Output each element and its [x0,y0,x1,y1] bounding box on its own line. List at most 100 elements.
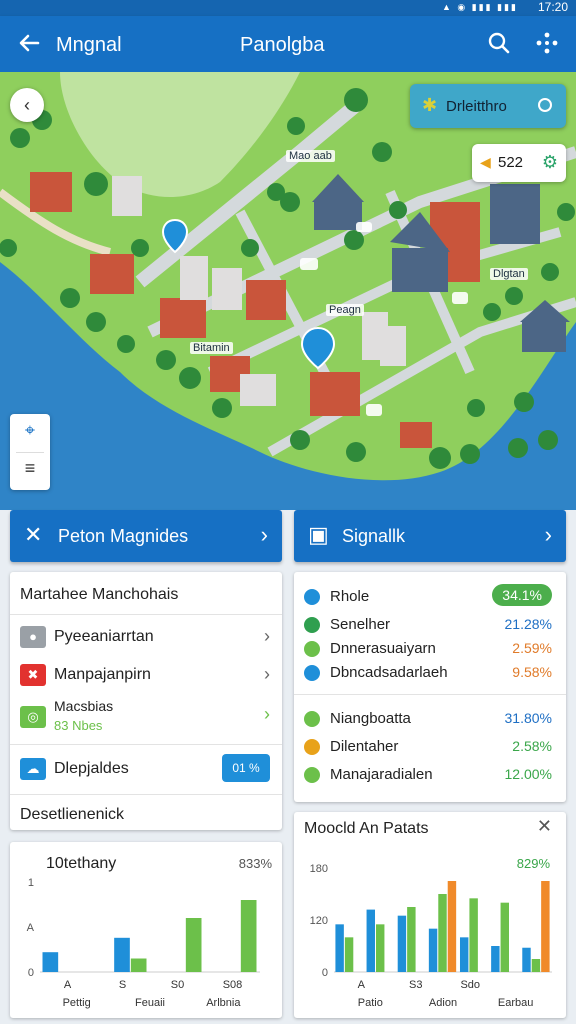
x-bottom-label: Pettig [63,997,91,1009]
chart-bar [397,915,407,972]
calendar-icon: ▣ [308,522,329,547]
more-icon[interactable] [534,30,560,56]
action-button-left[interactable]: ✕ Peton Magnides › [10,510,282,562]
list-item[interactable]: ● Pyeeaniarrtan › [10,618,282,656]
list-item-label: Dlepjaldes [54,760,129,777]
bar-chart: 0 A 1 A S S0 S08 Pettig Feuaii Arlbnia 10tethany 83… [27,855,273,1009]
chart-bar [114,937,130,972]
list-item[interactable]: ☁ Dlepjaldes 01 % [10,750,282,788]
map-illustration [0,72,576,510]
chart-bar [438,894,447,972]
chart-bar [240,900,257,972]
stat-label: Dbncadsadarlaeh [330,664,448,681]
chart-bar [469,898,478,972]
stat-row: Dilentaher 2.58% [294,734,566,760]
divider [294,694,566,695]
status-dot-icon [304,589,320,605]
cloud-icon: ☁ [20,758,46,780]
stat-label: Rhole [330,588,370,605]
chart-subtitle: 829% [517,856,551,871]
list-item-label: Pyeeaniarrtan [54,628,154,645]
left-list-card: Martahee Manchohais ● Pyeeaniarrtan › ✖ … [10,572,282,830]
chart-bar [459,937,469,972]
chevron-right-icon: › [260,522,268,547]
chart-bar [407,907,416,972]
stat-label: Dilentaher [330,738,399,755]
map-label: Peagn [326,304,364,316]
list-item[interactable]: ◎ Macsbias 83 Nbes › [10,694,282,740]
list-item-label: Macsbias [54,698,114,714]
chart-bar [130,958,147,972]
app-title: Mngnal [56,34,122,56]
map-view[interactable]: Mao aab Dlgtan Peagn Bitamin [0,72,576,510]
x-tick-label: Sdo [460,979,480,991]
map-label: Dlgtan [490,268,528,280]
action-left-label: Peton Magnides [58,526,189,546]
chevron-right-icon: › [264,626,270,646]
stat-row: Dnnerasuaiyarn 2.59% [294,636,566,662]
y-tick-label: 180 [310,863,328,875]
stat-row: Rhole 34.1% [294,584,566,610]
stat-row: Manajaradialen 12.00% [294,762,566,788]
stat-value: 34.1% [492,584,552,606]
stat-value: 12.00% [504,766,552,782]
x-tick-label: A [64,979,72,991]
percent-chip[interactable]: 01 % [222,754,270,782]
stat-label: Dnnerasuaiyarn [330,640,436,657]
status-dot-icon [304,665,320,681]
search-icon[interactable] [486,30,512,56]
list-item-label: Manpajanpirn [54,666,151,683]
chart-bar [541,881,550,972]
right-stats-card: Rhole 34.1% Senelher 21.28% Dnnerasuaiyarn 2.… [294,572,566,802]
stat-label: Niangboatta [330,710,411,727]
x-tick-label: S [119,979,126,991]
action-button-right[interactable]: ▣ Signallk › [294,510,566,562]
chart-bar [522,947,531,972]
score-chip[interactable]: ◀ 522 ⚙ [472,144,566,182]
stat-label: Senelher [330,616,391,633]
x-bottom-label: Arlbnia [206,997,241,1009]
card-title: Martahee Manchohais [20,586,179,603]
status-bar: ▲ ◉ ▮▮▮ ▮▮▮ 17:20 [0,0,576,16]
chart-bar [375,924,385,972]
chart-bar [366,909,375,972]
stat-value: 2.58% [512,738,552,754]
chart-bar [491,946,500,972]
status-time: 17:20 [537,0,568,14]
chart-title: 10tethany [46,855,116,872]
status-indicators: ▲ ◉ ▮▮▮ ▮▮▮ [442,2,518,12]
score-value: 522 [498,154,524,171]
list-item[interactable]: ✖ Manpajanpirn › [10,656,282,694]
chart-bar [344,937,354,972]
chevron-right-icon: › [544,522,552,547]
map-chip-label: Drleitthro [446,98,507,115]
location-icon[interactable]: ⌖ [10,420,50,441]
x-bottom-label: Adion [429,997,457,1009]
chevron-left-icon[interactable]: ‹ [10,88,44,122]
map-icon: ✖ [20,664,46,686]
volume-icon: ◀ [480,154,491,170]
divider [10,614,282,615]
x-tick-label: S0 [171,979,184,991]
app-bar: Mngnal Panolgba [0,16,576,72]
map-tools: ⌖ ≡ [10,414,50,490]
x-bottom-label: Earbau [498,997,533,1009]
stat-label: Manajaradialen [330,766,433,783]
stat-value: 9.58% [512,664,552,680]
list-item-sub: 83 Nbes [54,718,103,733]
y-tick-label: 120 [310,915,328,927]
stat-row: Senelher 21.28% [294,612,566,638]
stat-row: Dbncadsadarlaeh 9.58% [294,660,566,686]
chart-subtitle: 833% [239,856,273,871]
chart-bar [335,924,344,972]
action-right-label: Signallk [342,526,406,546]
card-footer: Desetlienenick [20,806,125,823]
arrow-left-icon[interactable] [14,28,44,58]
circle-icon [538,98,552,112]
y-tick-label: 1 [28,877,34,889]
menu-icon[interactable]: ≡ [10,458,50,479]
chevron-right-icon: › [264,664,270,684]
y-tick-label: 0 [28,967,34,979]
map-layer-chip[interactable]: ✱ Drleitthro [410,84,566,128]
divider [10,794,282,795]
